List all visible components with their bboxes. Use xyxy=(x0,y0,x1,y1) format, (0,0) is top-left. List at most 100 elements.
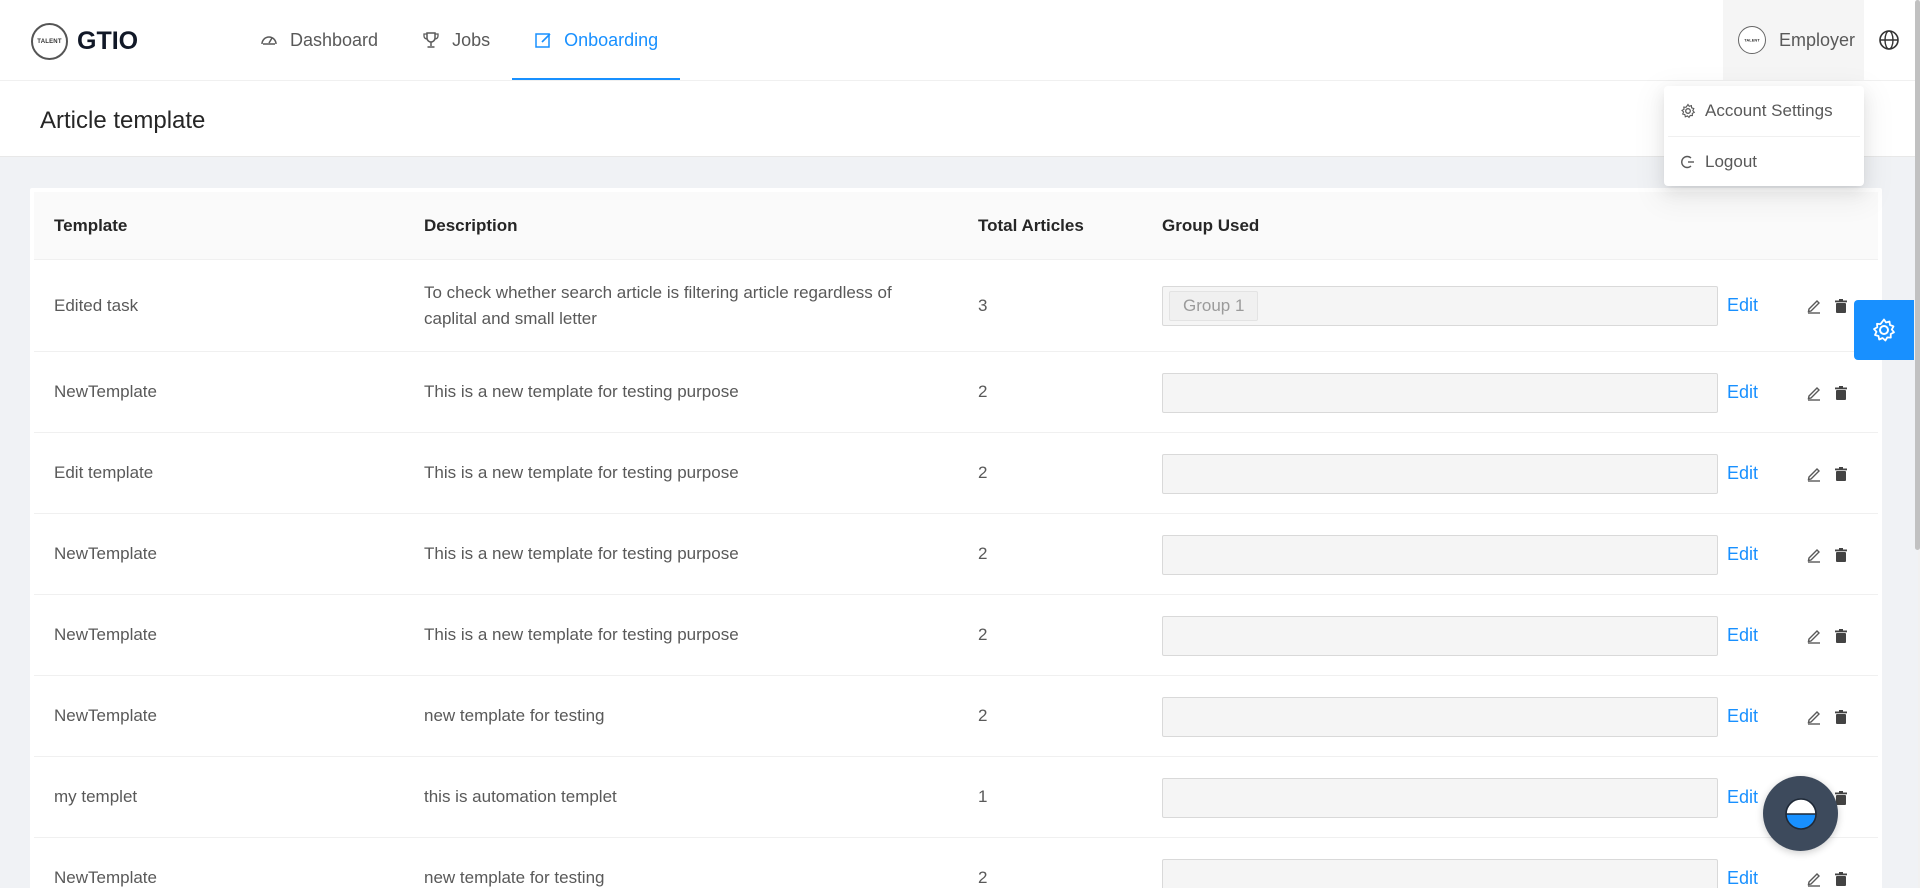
description-cell: This is a new template for testing purpo… xyxy=(424,625,739,644)
dashboard-icon xyxy=(260,31,278,49)
column-header-total-articles[interactable]: Total Articles xyxy=(978,192,1084,260)
table-row: NewTemplate new template for testing 2 Edit xyxy=(34,838,1878,888)
description-cell: This is a new template for testing purpo… xyxy=(424,382,739,401)
template-name-cell: NewTemplate xyxy=(54,868,157,887)
template-name-cell: Edit template xyxy=(54,463,154,482)
total-articles-cell: 2 xyxy=(978,463,988,482)
total-articles-cell: 2 xyxy=(978,625,988,644)
nav-label-dashboard: Dashboard xyxy=(290,29,379,50)
group-select[interactable] xyxy=(1162,615,1718,656)
nav-label-onboarding: Onboarding xyxy=(564,29,659,50)
description-cell: To check whether search article is filte… xyxy=(424,282,892,328)
user-dropdown-menu: Account Settings Logout xyxy=(1664,86,1864,186)
support-chat-button[interactable] xyxy=(1763,776,1838,851)
logo-icon: TALENT xyxy=(31,23,68,60)
gear-icon xyxy=(1873,318,1895,342)
description-cell: This is a new template for testing purpo… xyxy=(424,463,739,482)
delete-icon[interactable] xyxy=(1833,385,1849,401)
description-cell: new template for testing xyxy=(424,868,605,887)
logo-text: TALENT xyxy=(37,38,62,45)
delete-icon[interactable] xyxy=(1833,298,1849,314)
description-cell: This is a new template for testing purpo… xyxy=(424,544,739,563)
group-tag: Group 1 xyxy=(1169,291,1259,321)
main-nav: Dashboard Jobs Onboarding xyxy=(238,0,681,80)
edit-pencil-icon[interactable] xyxy=(1806,298,1822,314)
table-row: NewTemplate This is a new template for te… xyxy=(34,595,1878,676)
group-select[interactable] xyxy=(1162,858,1718,888)
edit-pencil-icon[interactable] xyxy=(1806,385,1822,401)
delete-icon[interactable] xyxy=(1833,709,1849,725)
avatar-text: TALENT xyxy=(1744,37,1760,43)
brand[interactable]: TALENT GTIO xyxy=(31,23,138,60)
chat-bubble-icon xyxy=(1784,797,1817,830)
edit-link[interactable]: Edit xyxy=(1727,463,1758,484)
group-select[interactable]: Group 1 xyxy=(1162,286,1718,326)
page-title: Article template xyxy=(40,107,206,134)
brand-name: GTIO xyxy=(77,27,139,55)
menu-item-logout[interactable]: Logout xyxy=(1664,137,1864,187)
group-select[interactable] xyxy=(1162,696,1718,737)
delete-icon[interactable] xyxy=(1833,871,1849,887)
group-select[interactable] xyxy=(1162,534,1718,575)
menu-item-account-settings[interactable]: Account Settings xyxy=(1664,86,1864,136)
edit-link[interactable]: Edit xyxy=(1727,787,1758,808)
top-navbar: TALENT GTIO Dashboard Jobs Onboarding TA… xyxy=(0,0,1920,80)
edit-pencil-icon[interactable] xyxy=(1806,466,1822,482)
nav-item-jobs[interactable]: Jobs xyxy=(400,0,512,80)
group-select[interactable] xyxy=(1162,777,1718,818)
page-header: Article template xyxy=(0,80,1918,157)
globe-icon[interactable] xyxy=(1877,28,1901,52)
table-row: NewTemplate new template for testing 2 Edit xyxy=(34,676,1878,757)
logout-label: Logout xyxy=(1705,152,1757,171)
template-name-cell: NewTemplate xyxy=(54,706,157,725)
table-row: Edit template This is a new template for … xyxy=(34,433,1878,514)
edit-pencil-icon[interactable] xyxy=(1806,547,1822,563)
nav-label-jobs: Jobs xyxy=(452,29,491,50)
group-select[interactable] xyxy=(1162,453,1718,494)
edit-link[interactable]: Edit xyxy=(1727,868,1758,888)
template-name-cell: Edited task xyxy=(54,295,139,315)
template-name-cell: NewTemplate xyxy=(54,544,157,563)
column-header-template[interactable]: Template xyxy=(54,192,127,260)
template-name-cell: NewTemplate xyxy=(54,382,157,401)
user-label: Employer xyxy=(1779,29,1856,50)
user-menu-trigger[interactable]: TALENT Employer xyxy=(1723,0,1864,80)
delete-icon[interactable] xyxy=(1833,628,1849,644)
edit-link[interactable]: Edit xyxy=(1727,295,1758,316)
column-header-group-used[interactable]: Group Used xyxy=(1162,192,1259,260)
edit-link[interactable]: Edit xyxy=(1727,382,1758,403)
scrollbar-thumb[interactable] xyxy=(1915,0,1920,550)
table-row: NewTemplate This is a new template for te… xyxy=(34,352,1878,433)
settings-drawer-button[interactable] xyxy=(1854,300,1914,360)
nav-item-dashboard[interactable]: Dashboard xyxy=(238,0,400,80)
logout-icon xyxy=(1680,154,1696,170)
edit-icon xyxy=(534,31,552,49)
delete-icon[interactable] xyxy=(1833,547,1849,563)
table-row: my templet this is automation templet 1 Edi… xyxy=(34,757,1878,838)
description-cell: new template for testing xyxy=(424,706,605,725)
trophy-icon xyxy=(422,31,440,49)
gear-icon xyxy=(1680,103,1696,119)
delete-icon[interactable] xyxy=(1833,466,1849,482)
total-articles-cell: 2 xyxy=(978,706,988,725)
template-name-cell: NewTemplate xyxy=(54,625,157,644)
template-name-cell: my templet xyxy=(54,787,138,806)
total-articles-cell: 1 xyxy=(978,787,988,806)
total-articles-cell: 2 xyxy=(978,382,988,401)
column-header-description[interactable]: Description xyxy=(424,192,518,260)
edit-pencil-icon[interactable] xyxy=(1806,871,1822,887)
template-table: Template Description Total Articles Grou… xyxy=(30,188,1882,888)
description-cell: this is automation templet xyxy=(424,787,617,806)
edit-link[interactable]: Edit xyxy=(1727,706,1758,727)
edit-link[interactable]: Edit xyxy=(1727,625,1758,646)
edit-link[interactable]: Edit xyxy=(1727,544,1758,565)
table-row: NewTemplate This is a new template for te… xyxy=(34,514,1878,595)
edit-pencil-icon[interactable] xyxy=(1806,628,1822,644)
avatar: TALENT xyxy=(1738,26,1766,54)
edit-pencil-icon[interactable] xyxy=(1806,709,1822,725)
group-select[interactable] xyxy=(1162,372,1718,413)
table-row: Edited task To check whether search artic… xyxy=(34,260,1878,352)
nav-item-onboarding[interactable]: Onboarding xyxy=(512,0,681,80)
table-header: Template Description Total Articles Grou… xyxy=(34,192,1878,260)
account-settings-label: Account Settings xyxy=(1705,101,1833,120)
